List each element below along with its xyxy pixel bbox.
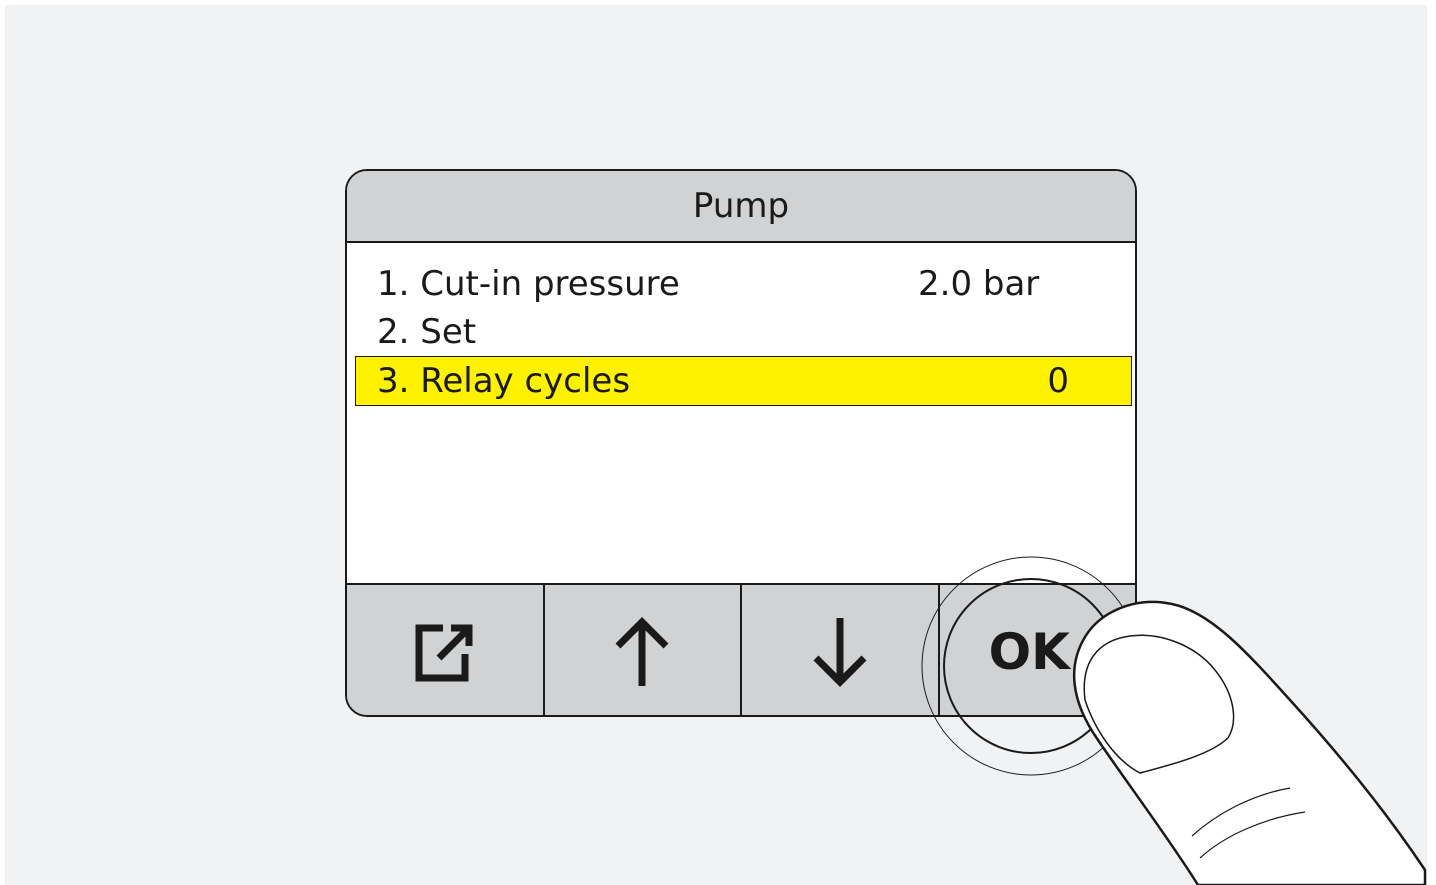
pump-display-panel: Pump 1. Cut-in pressure 2.0 bar 2. Set 3… — [345, 169, 1137, 717]
menu-item-relay-cycles[interactable]: 3. Relay cycles 0 — [355, 356, 1132, 406]
down-button[interactable] — [742, 585, 940, 715]
exit-icon — [415, 624, 473, 682]
up-button[interactable] — [545, 585, 742, 715]
menu-item-relay-cycles-value: 0 — [1047, 361, 1069, 401]
button-bar: OK — [347, 583, 1136, 715]
arrow-down-icon — [813, 618, 867, 687]
menu-item-relay-cycles-label: 3. Relay cycles — [377, 361, 631, 401]
menu-item-cut-in-pressure[interactable]: 1. Cut-in pressure — [377, 262, 680, 306]
menu-item-set[interactable]: 2. Set — [377, 310, 476, 354]
ok-button[interactable]: OK — [940, 585, 1136, 715]
exit-button[interactable] — [347, 585, 545, 715]
arrow-up-icon — [615, 617, 669, 686]
panel-title: Pump — [347, 171, 1135, 243]
menu-item-cut-in-pressure-value: 2.0 bar — [918, 264, 1040, 304]
ok-label: OK — [988, 623, 1070, 681]
